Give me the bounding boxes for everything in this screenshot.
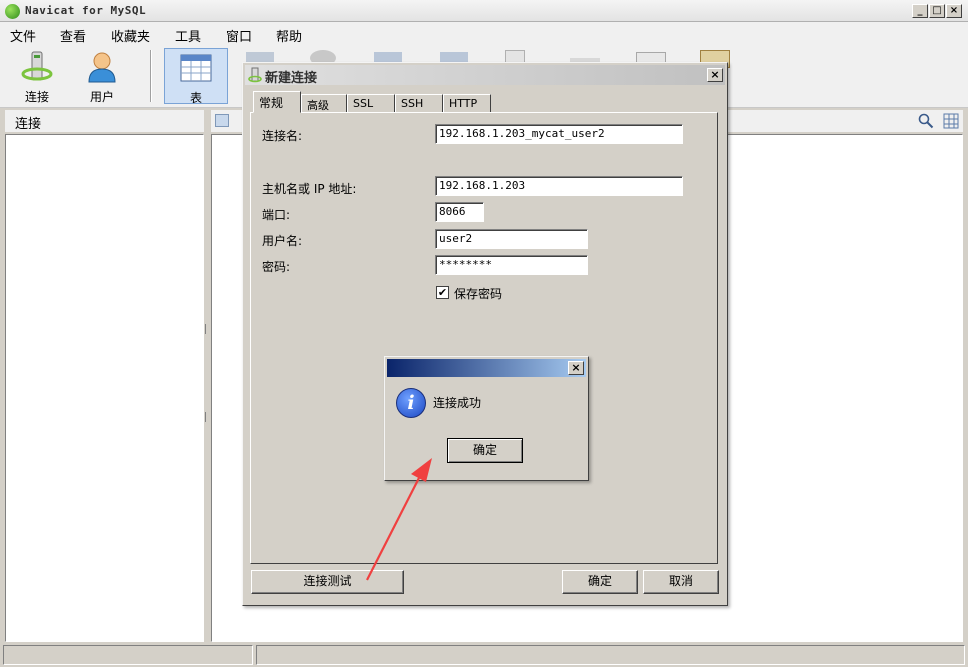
user-icon	[88, 52, 116, 83]
message-ok-button[interactable]: 确定	[447, 438, 523, 463]
maximize-button[interactable]: □	[929, 4, 945, 18]
connection-name-label: 连接名:	[262, 129, 303, 143]
app-title: Navicat for MySQL	[25, 4, 147, 17]
grid-view-icon[interactable]	[943, 113, 959, 129]
menu-window[interactable]: 窗口	[226, 26, 252, 45]
username-input[interactable]: user2	[435, 229, 588, 249]
toolbar-user-label: 用户	[89, 90, 114, 104]
username-label: 用户名:	[262, 234, 303, 248]
ok-button[interactable]: 确定	[562, 570, 638, 594]
toolbar-table-label: 表	[189, 91, 202, 105]
close-window-button[interactable]: ×	[946, 4, 962, 18]
dialog-close-button[interactable]: ×	[707, 68, 723, 82]
tab-ssl[interactable]: SSL	[347, 94, 395, 113]
test-connection-button[interactable]: 连接测试	[251, 570, 404, 594]
message-text: 连接成功	[433, 396, 482, 410]
new-connection-dialog-title-bar[interactable]: 新建连接 ×	[245, 65, 725, 86]
menu-file[interactable]: 文件	[10, 26, 36, 45]
connection-success-message-box: × i 连接成功 确定	[384, 356, 589, 481]
menu-tools[interactable]: 工具	[175, 26, 201, 45]
new-connection-dialog: 新建连接 × 常规 高级 SSL SSH HTTP 连接名: 192.168.1…	[242, 62, 728, 606]
tab-advanced[interactable]: 高级	[301, 94, 347, 113]
new-connection-dialog-title: 新建连接	[265, 71, 318, 86]
toolbar-table-button[interactable]: 表	[164, 48, 228, 105]
menu-bar: 文件 查看 收藏夹 工具 窗口 帮助	[0, 22, 968, 45]
general-tab-panel: 连接名: 192.168.1.203_mycat_user2 主机名或 IP 地…	[250, 112, 718, 564]
connection-name-input[interactable]: 192.168.1.203_mycat_user2	[435, 124, 683, 144]
toolbar-connection-label: 连接	[24, 90, 49, 104]
message-box-title-bar[interactable]: ×	[387, 359, 586, 377]
status-cell-right	[256, 645, 965, 665]
port-label: 端口:	[262, 208, 291, 222]
cancel-button[interactable]: 取消	[643, 570, 719, 594]
navicat-logo-icon	[5, 4, 20, 19]
table-icon	[180, 54, 212, 82]
splitter-handle[interactable]	[204, 324, 210, 424]
toolbar-separator	[150, 50, 152, 102]
save-password-label: 保存密码	[454, 287, 503, 301]
connection-icon	[248, 67, 262, 83]
connection-tree[interactable]	[5, 134, 204, 642]
menu-favorites[interactable]: 收藏夹	[111, 26, 150, 45]
port-input[interactable]: 8066	[435, 202, 484, 222]
status-bar	[0, 645, 968, 667]
minimize-button[interactable]: _	[912, 4, 928, 18]
app-title-bar: Navicat for MySQL _ □ ×	[0, 0, 968, 22]
message-box-close-button[interactable]: ×	[568, 361, 584, 375]
connection-icon	[21, 51, 53, 81]
object-toolbar-icon[interactable]	[215, 114, 229, 127]
host-input[interactable]: 192.168.1.203	[435, 176, 683, 196]
tab-ssh[interactable]: SSH	[395, 94, 443, 113]
password-input[interactable]: ********	[435, 255, 588, 275]
password-label: 密码:	[262, 260, 291, 274]
status-cell-left	[3, 645, 253, 665]
save-password-checkbox[interactable]: ✔	[436, 286, 449, 299]
search-icon[interactable]	[918, 113, 934, 129]
tab-general[interactable]: 常规	[253, 91, 301, 113]
host-label: 主机名或 IP 地址:	[262, 182, 357, 196]
connection-panel-header: 连接	[5, 110, 204, 132]
toolbar-connection-button[interactable]: 连接	[7, 48, 67, 104]
connection-panel-title: 连接	[15, 117, 42, 132]
toolbar-user-button[interactable]: 用户	[72, 48, 132, 104]
info-icon: i	[396, 388, 426, 418]
menu-view[interactable]: 查看	[60, 26, 86, 45]
menu-help[interactable]: 帮助	[276, 26, 302, 45]
tab-http[interactable]: HTTP	[443, 94, 491, 113]
